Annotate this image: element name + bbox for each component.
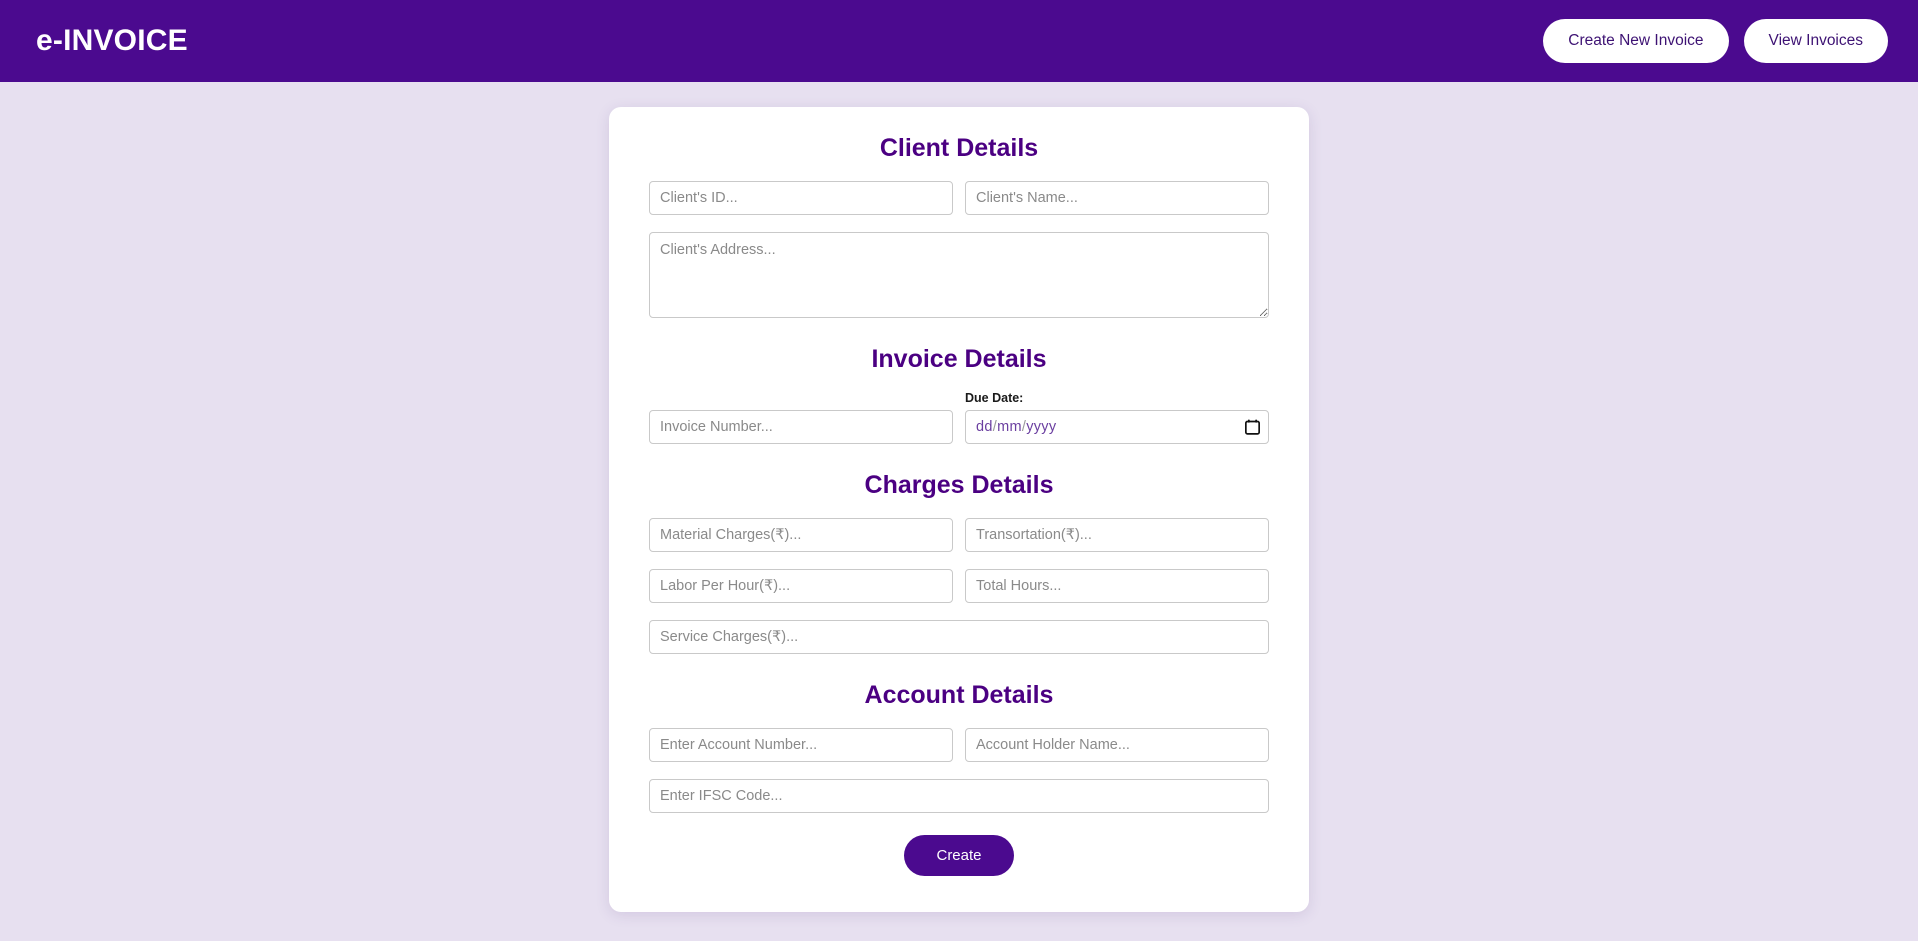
material-charges-col xyxy=(649,517,953,552)
material-charges-input[interactable] xyxy=(649,517,953,552)
create-new-invoice-button[interactable]: Create New Invoice xyxy=(1543,19,1729,63)
total-hours-input[interactable] xyxy=(965,568,1269,603)
service-charges-input[interactable] xyxy=(649,619,1269,654)
view-invoices-button[interactable]: View Invoices xyxy=(1743,19,1888,63)
transportation-input[interactable] xyxy=(965,517,1269,552)
client-details-heading: Client Details xyxy=(879,134,1039,162)
account-holder-col xyxy=(965,727,1269,762)
labor-per-hour-col xyxy=(649,568,953,603)
account-row-2 xyxy=(649,778,1269,813)
charges-row-3 xyxy=(649,619,1269,654)
account-holder-name-input[interactable] xyxy=(965,727,1269,762)
ifsc-code-input[interactable] xyxy=(649,778,1269,813)
client-name-col xyxy=(965,181,1269,215)
charges-row-1 xyxy=(649,517,1269,552)
total-hours-col xyxy=(965,568,1269,603)
charges-row-2 xyxy=(649,568,1269,603)
due-date-col: Due Date: dd/mm/yyyy xyxy=(965,392,1269,444)
service-charges-col xyxy=(649,619,1269,654)
client-address-textarea[interactable] xyxy=(649,232,1269,318)
invoice-form-card: Client Details Invoice Details xyxy=(609,107,1309,912)
client-address-col xyxy=(649,232,1269,318)
client-name-input[interactable] xyxy=(965,181,1269,215)
due-date-input[interactable]: dd/mm/yyyy xyxy=(965,409,1269,444)
invoice-number-col xyxy=(649,392,953,444)
submit-row: Create xyxy=(649,834,1269,876)
due-date-month: mm xyxy=(997,418,1022,435)
account-number-input[interactable] xyxy=(649,727,953,762)
invoice-details-row: Due Date: dd/mm/yyyy xyxy=(649,392,1269,444)
transportation-col xyxy=(965,517,1269,552)
nav-actions-group: Create New Invoice View Invoices xyxy=(1543,19,1888,63)
account-row-1 xyxy=(649,727,1269,762)
due-date-year: yyyy xyxy=(1026,418,1057,435)
ifsc-col xyxy=(649,778,1269,813)
app-logo: e-INVOICE xyxy=(36,24,188,57)
due-date-placeholder-text: dd/mm/yyyy xyxy=(976,419,1245,435)
create-button[interactable]: Create xyxy=(904,834,1014,876)
invoice-details-heading: Invoice Details xyxy=(871,345,1047,373)
page-content: Client Details Invoice Details xyxy=(0,82,1918,912)
labor-per-hour-input[interactable] xyxy=(649,568,953,603)
client-id-col xyxy=(649,181,953,215)
client-address-row xyxy=(649,232,1269,318)
top-navigation-bar: e-INVOICE Create New Invoice View Invoic… xyxy=(0,0,1918,82)
account-details-heading: Account Details xyxy=(864,680,1054,709)
client-identity-row xyxy=(649,181,1269,215)
charges-details-heading: Charges Details xyxy=(864,470,1054,499)
invoice-number-input[interactable] xyxy=(649,409,953,444)
calendar-icon[interactable] xyxy=(1245,419,1260,435)
client-id-input[interactable] xyxy=(649,181,953,215)
account-number-col xyxy=(649,727,953,762)
due-date-label: Due Date: xyxy=(965,391,1024,405)
due-date-day: dd xyxy=(976,418,993,435)
